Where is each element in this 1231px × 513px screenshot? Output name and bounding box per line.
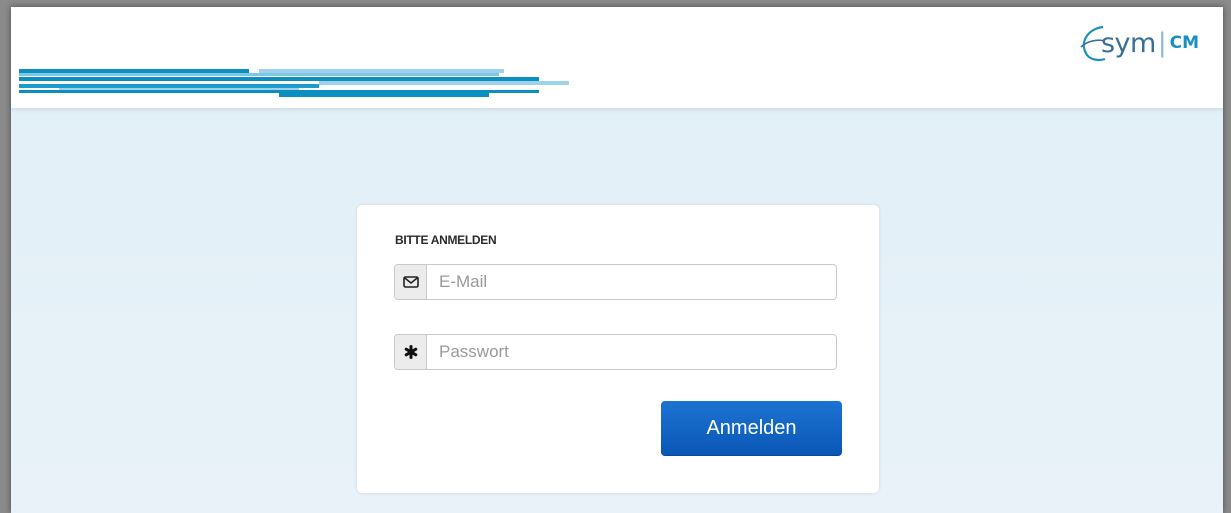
logo-cm-text: CM xyxy=(1169,33,1199,53)
password-addon xyxy=(395,335,427,369)
email-input[interactable] xyxy=(427,265,836,299)
envelope-icon xyxy=(402,276,419,288)
page-header: sym | CM xyxy=(11,7,1223,108)
email-addon xyxy=(395,265,427,299)
password-input[interactable] xyxy=(427,335,836,369)
login-title: BITTE ANMELDEN xyxy=(395,233,497,247)
logo-separator: | xyxy=(1157,28,1167,58)
login-button[interactable]: Anmelden xyxy=(661,401,842,456)
decorative-stripes xyxy=(19,69,569,97)
password-field-group xyxy=(394,334,837,370)
browser-window: sym | CM BITTE ANMELDEN E-Mail Anmelden xyxy=(11,7,1223,513)
logo-sym-text: sym xyxy=(1100,27,1156,59)
brand-logo: sym | CM xyxy=(1077,21,1199,65)
login-card: BITTE ANMELDEN E-Mail Anmelden xyxy=(357,205,879,493)
asterisk-icon xyxy=(404,345,417,359)
email-field-group xyxy=(394,264,837,300)
